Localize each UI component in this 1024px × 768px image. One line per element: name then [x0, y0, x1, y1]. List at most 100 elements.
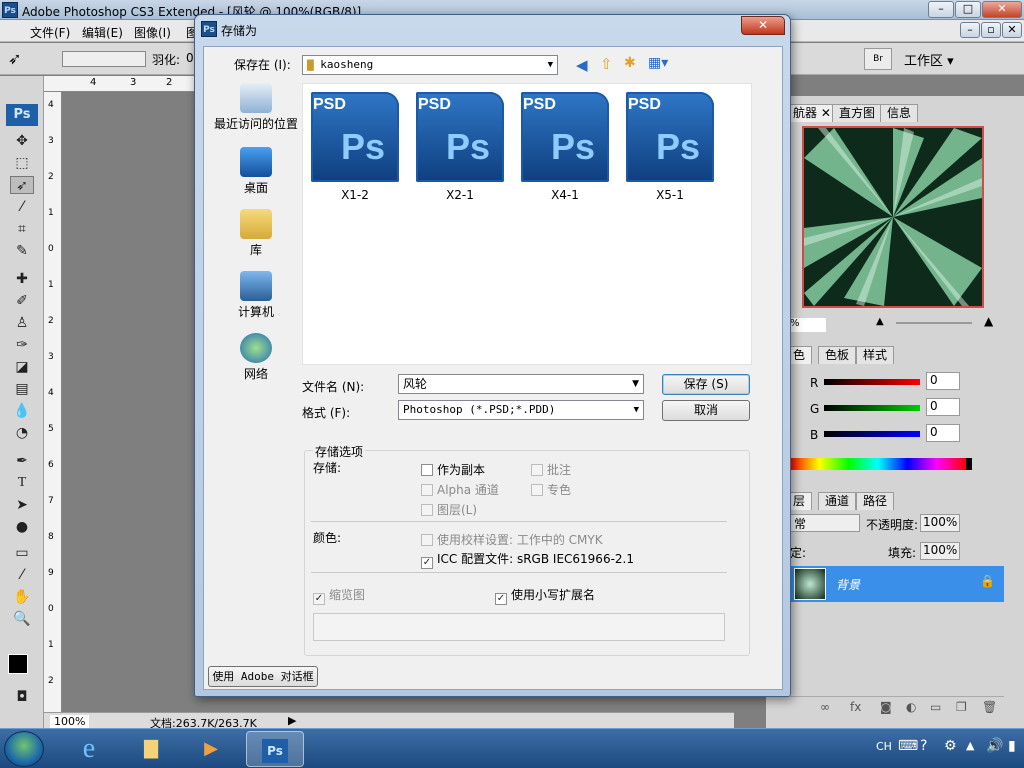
- navigator-thumbnail[interactable]: [802, 126, 984, 308]
- feather-value[interactable]: 0: [186, 51, 194, 65]
- layer-name[interactable]: 背景: [836, 576, 860, 593]
- channel-r-slider[interactable]: [824, 379, 920, 385]
- thumbnail-checkbox[interactable]: ✓ 缩览图: [313, 586, 365, 605]
- foreground-color-swatch[interactable]: [8, 654, 28, 674]
- place-desktop[interactable]: 桌面: [212, 147, 300, 196]
- lasso-preset-icon[interactable]: ➶: [8, 49, 21, 68]
- up-folder-icon[interactable]: ⇧: [600, 55, 613, 73]
- workspace-menu[interactable]: 工作区 ▾: [904, 50, 954, 69]
- tab-styles[interactable]: 样式: [856, 346, 895, 364]
- move-tool-icon[interactable]: ✥: [10, 132, 34, 150]
- menu-image[interactable]: 图像(I): [134, 24, 171, 41]
- trash-icon[interactable]: 🗑: [982, 700, 997, 714]
- new-layer-icon[interactable]: ❐: [956, 700, 967, 714]
- layers-checkbox[interactable]: 图层(L): [421, 501, 477, 518]
- channel-g-value[interactable]: 0: [926, 398, 960, 416]
- type-tool-icon[interactable]: T: [10, 474, 34, 492]
- help-icon[interactable]: ?: [920, 738, 927, 754]
- shape-tool-icon[interactable]: ●: [10, 518, 34, 536]
- explorer-icon[interactable]: ▇: [124, 731, 178, 767]
- alpha-channels-checkbox[interactable]: Alpha 通道: [421, 481, 499, 498]
- ps-maximize-button[interactable]: □: [955, 1, 981, 18]
- status-arrow-icon[interactable]: ▶: [288, 714, 296, 727]
- tab-navigator[interactable]: 航器 ✕: [786, 104, 838, 122]
- tab-histogram[interactable]: 直方图: [832, 104, 883, 122]
- ps-minimize-button[interactable]: –: [928, 1, 954, 18]
- brush-tool-icon[interactable]: ✐: [10, 292, 34, 310]
- history-brush-icon[interactable]: ✑: [10, 336, 34, 354]
- volume-icon[interactable]: 🔊: [986, 738, 1003, 754]
- use-adobe-dialog-button[interactable]: 使用 Adobe 对话框: [208, 666, 318, 687]
- quick-mask-icon[interactable]: ◘: [10, 688, 34, 706]
- marquee-tool-icon[interactable]: ⬚: [10, 154, 34, 172]
- layer-row[interactable]: 背景 🔒: [790, 566, 1004, 602]
- group-icon[interactable]: ▭: [930, 700, 941, 714]
- save-in-combo[interactable]: ▇ kaosheng ▼: [302, 55, 558, 75]
- fill-field[interactable]: 100%: [920, 542, 960, 560]
- stamp-tool-icon[interactable]: ♙: [10, 314, 34, 332]
- blend-mode-select[interactable]: 常: [790, 514, 860, 532]
- as-copy-checkbox[interactable]: 作为副本: [421, 461, 485, 478]
- ps-close-button[interactable]: ✕: [982, 1, 1022, 18]
- tray-expand-icon[interactable]: ▲: [966, 739, 974, 752]
- filename-input[interactable]: 风轮 ▼: [398, 374, 644, 394]
- save-button[interactable]: 保存 (S): [662, 374, 750, 395]
- slice-tool-icon[interactable]: ✎: [10, 242, 34, 260]
- pen-tool-icon[interactable]: ✒: [10, 452, 34, 470]
- channel-r-value[interactable]: 0: [926, 372, 960, 390]
- zoom-tool-icon[interactable]: 🔍: [10, 610, 34, 628]
- zoom-out-icon[interactable]: ▲: [876, 316, 884, 327]
- dodge-tool-icon[interactable]: ◔: [10, 424, 34, 442]
- menu-edit[interactable]: 编辑(E): [82, 24, 123, 41]
- eraser-tool-icon[interactable]: ◪: [10, 358, 34, 376]
- doc-minimize-button[interactable]: –: [960, 22, 980, 38]
- spot-colors-checkbox[interactable]: 专色: [531, 481, 571, 498]
- navigator-zoom-slider[interactable]: [896, 322, 972, 324]
- network-tray-icon[interactable]: ▮: [1008, 738, 1016, 754]
- zoom-in-icon[interactable]: ▲: [984, 314, 993, 328]
- tab-channels[interactable]: 通道: [818, 492, 857, 510]
- file-item[interactable]: PSD Ps X5-1: [624, 92, 716, 202]
- fx-icon[interactable]: fx: [850, 700, 861, 714]
- keyboard-icon[interactable]: ⌨: [898, 738, 918, 754]
- opacity-field[interactable]: 100%: [920, 514, 960, 532]
- selection-mode-buttons[interactable]: [62, 51, 146, 67]
- format-select[interactable]: Photoshop (*.PSD;*.PDD) ▼: [398, 400, 644, 420]
- language-indicator[interactable]: CH: [876, 740, 892, 753]
- new-folder-icon[interactable]: ✱: [624, 55, 636, 71]
- tab-paths[interactable]: 路径: [856, 492, 895, 510]
- file-item[interactable]: PSD Ps X4-1: [519, 92, 611, 202]
- file-item[interactable]: PSD Ps X2-1: [414, 92, 506, 202]
- notes-tool-icon[interactable]: ▭: [10, 544, 34, 562]
- file-item[interactable]: PSD Ps X1-2: [309, 92, 401, 202]
- dialog-close-button[interactable]: ✕: [741, 16, 785, 35]
- cancel-button[interactable]: 取消: [662, 400, 750, 421]
- link-layers-icon[interactable]: ∞: [820, 700, 830, 714]
- magic-wand-icon[interactable]: ⁄: [10, 198, 34, 216]
- tab-info[interactable]: 信息: [880, 104, 919, 122]
- notes-checkbox[interactable]: 批注: [531, 461, 571, 478]
- channel-b-value[interactable]: 0: [926, 424, 960, 442]
- place-libraries[interactable]: 库: [212, 209, 300, 258]
- channel-g-slider[interactable]: [824, 405, 920, 411]
- start-button[interactable]: [4, 731, 44, 767]
- doc-restore-button[interactable]: ▫: [981, 22, 1001, 38]
- proof-setup-checkbox[interactable]: 使用校样设置: 工作中的 CMYK: [421, 531, 603, 548]
- icc-profile-checkbox[interactable]: ✓ ICC 配置文件: sRGB IEC61966-2.1: [421, 550, 634, 569]
- crop-tool-icon[interactable]: ⌗: [10, 220, 34, 238]
- menu-file[interactable]: 文件(F): [30, 24, 70, 41]
- place-computer[interactable]: 计算机: [212, 271, 300, 320]
- color-spectrum-bar[interactable]: [790, 458, 966, 470]
- view-menu-icon[interactable]: ▦▾: [648, 55, 668, 71]
- place-network[interactable]: 网络: [212, 333, 300, 382]
- taskbar-photoshop[interactable]: Ps: [246, 731, 304, 767]
- healing-tool-icon[interactable]: ✚: [10, 270, 34, 288]
- eyedropper-tool-icon[interactable]: ⁄: [10, 566, 34, 584]
- channel-b-slider[interactable]: [824, 431, 920, 437]
- blur-tool-icon[interactable]: 💧: [10, 402, 34, 420]
- media-player-icon[interactable]: ▶: [184, 731, 238, 767]
- zoom-field[interactable]: 100%: [50, 715, 90, 728]
- spectrum-black[interactable]: [966, 458, 972, 470]
- gradient-tool-icon[interactable]: ▤: [10, 380, 34, 398]
- doc-close-button[interactable]: ✕: [1002, 22, 1022, 38]
